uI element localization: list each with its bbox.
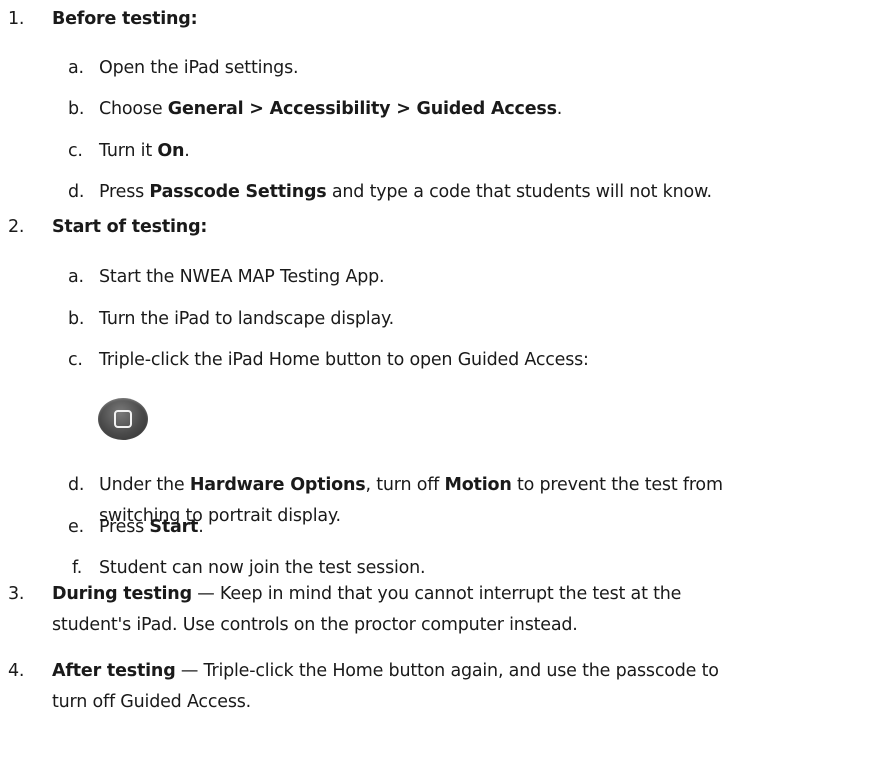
text-run: . [556, 99, 563, 119]
text-run: Open the iPad settings. [99, 58, 299, 78]
bold-term: On [157, 141, 185, 161]
substep-text-line: Press Passcode Settings and type a code … [99, 181, 712, 203]
substep-letter: a. [68, 58, 84, 78]
text-run: , turn off [365, 475, 445, 495]
step-number: 1. [8, 9, 25, 29]
step-number: 3. [8, 584, 25, 604]
bold-term: Motion [444, 475, 512, 495]
bold-term: Before testing: [52, 9, 198, 29]
substep-letter: e. [68, 517, 84, 537]
text-run: Turn it [99, 141, 158, 161]
text-run: Start the NWEA MAP Testing App. [99, 267, 385, 287]
substep-letter: c. [68, 141, 83, 161]
substep-text-line: Open the iPad settings. [99, 57, 299, 79]
substep-text-line: Press Start. [99, 516, 204, 538]
substep-letter: c. [68, 350, 83, 370]
instruction-document: 1. Before testing: a. Open the iPad setting… [0, 0, 882, 784]
substep-letter: b. [68, 309, 85, 329]
text-run: student's iPad. Use controls on the proc… [52, 615, 578, 635]
step-number: 2. [8, 217, 25, 237]
step-text-line: Start of testing: [52, 216, 207, 238]
text-run: Choose [99, 99, 168, 119]
bold-term: During testing [52, 584, 192, 604]
text-run: . [198, 517, 204, 537]
text-run: Turn the iPad to landscape display. [99, 309, 394, 329]
substep-text-line: Turn it On. [99, 140, 190, 162]
bold-term: General > Accessibility > Guided Access [167, 99, 557, 119]
substep-text-line: Start the NWEA MAP Testing App. [99, 266, 385, 288]
text-run: to prevent the test from [511, 475, 723, 495]
substep-letter: a. [68, 267, 84, 287]
substep-text-line: Turn the iPad to landscape display. [99, 308, 394, 330]
text-run: turn off Guided Access. [52, 692, 252, 712]
step-text-line: Before testing: [52, 8, 198, 30]
step-text-line: turn off Guided Access. [52, 691, 251, 713]
home-button-icon [98, 398, 148, 440]
substep-text-line: Choose General > Accessibility > Guided … [99, 98, 562, 120]
step-text-line: student's iPad. Use controls on the proc… [52, 614, 578, 636]
bold-term: After testing [52, 661, 176, 681]
text-run: Student can now join the test session. [99, 558, 426, 578]
step-text-line: After testing — Triple-click the Home bu… [52, 660, 719, 682]
text-run: Under the [99, 475, 190, 495]
substep-letter: d. [68, 475, 85, 495]
substep-letter: b. [68, 99, 85, 119]
bold-term: Hardware Options [189, 475, 366, 495]
text-run: Press [99, 182, 150, 202]
substep-text-line: Triple-click the iPad Home button to ope… [99, 349, 589, 371]
text-run: . [184, 141, 190, 161]
step-text-line: During testing — Keep in mind that you c… [52, 583, 681, 605]
bold-term: Start [149, 517, 199, 537]
substep-text-line: Under the Hardware Options, turn off Mot… [99, 474, 723, 496]
text-run: — Triple-click the Home button again, an… [175, 661, 719, 681]
text-run: Triple-click the iPad Home button to ope… [99, 350, 589, 370]
bold-term: Start of testing: [52, 217, 208, 237]
step-number: 4. [8, 661, 25, 681]
text-run: and type a code that students will not k… [326, 182, 712, 202]
text-run: — Keep in mind that you cannot interrupt… [191, 584, 682, 604]
substep-letter: f. [72, 558, 83, 578]
substep-letter: d. [68, 182, 85, 202]
substep-text-line: Student can now join the test session. [99, 557, 426, 579]
text-run: Press [99, 517, 150, 537]
bold-term: Passcode Settings [149, 182, 327, 202]
home-button-square-glyph [114, 410, 132, 428]
